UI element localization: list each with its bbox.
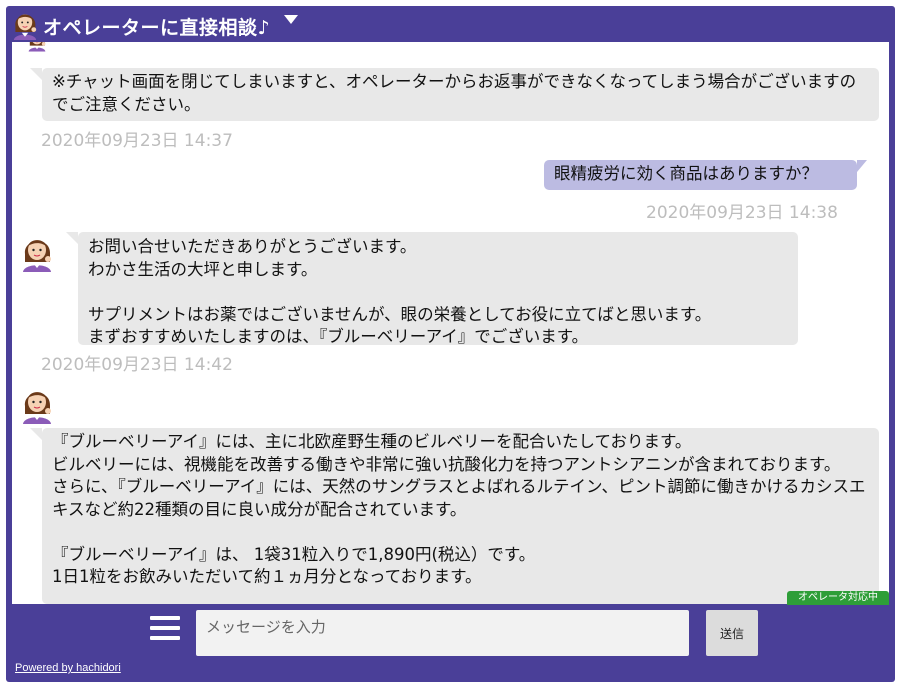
operator-avatar-icon bbox=[20, 384, 54, 424]
message-list[interactable]: ※チャット画面を閉じてしまいますと、オペレーターからお返事ができなくなってしまう… bbox=[12, 42, 889, 604]
operator-message: 『ブルーベリーアイ』には、主に北欧産野生種のビルベリーを配合いたしております。 … bbox=[30, 428, 879, 604]
hamburger-menu-icon[interactable] bbox=[150, 616, 180, 642]
message-input[interactable] bbox=[196, 610, 689, 656]
message-timestamp: 2020年09月23日 14:37 bbox=[41, 131, 233, 151]
caret-down-icon[interactable] bbox=[284, 15, 298, 24]
message-timestamp: 2020年09月23日 14:42 bbox=[41, 355, 233, 375]
chat-header: オペレーターに直接相談♪ bbox=[6, 6, 895, 42]
operator-message: お問い合せいただきありがとうございます。 わかさ生活の大坪と申します。 サプリメ… bbox=[66, 232, 798, 346]
powered-by-link[interactable]: Powered by hachidori bbox=[15, 662, 121, 674]
operator-message: ※チャット画面を閉じてしまいますと、オペレーターからお返事ができなくなってしまう… bbox=[30, 68, 879, 121]
user-message: 眼精疲労に効く商品はありますか？ bbox=[544, 160, 867, 190]
message-timestamp: 2020年09月23日 14:38 bbox=[646, 203, 838, 223]
header-title: オペレーターに直接相談♪ bbox=[43, 17, 271, 39]
send-button[interactable]: 送信 bbox=[706, 610, 758, 656]
operator-avatar-icon bbox=[20, 232, 54, 272]
operator-avatar-icon bbox=[11, 8, 39, 40]
status-badge: オペレータ対応中 bbox=[787, 591, 889, 605]
operator-avatar-icon bbox=[22, 42, 52, 58]
